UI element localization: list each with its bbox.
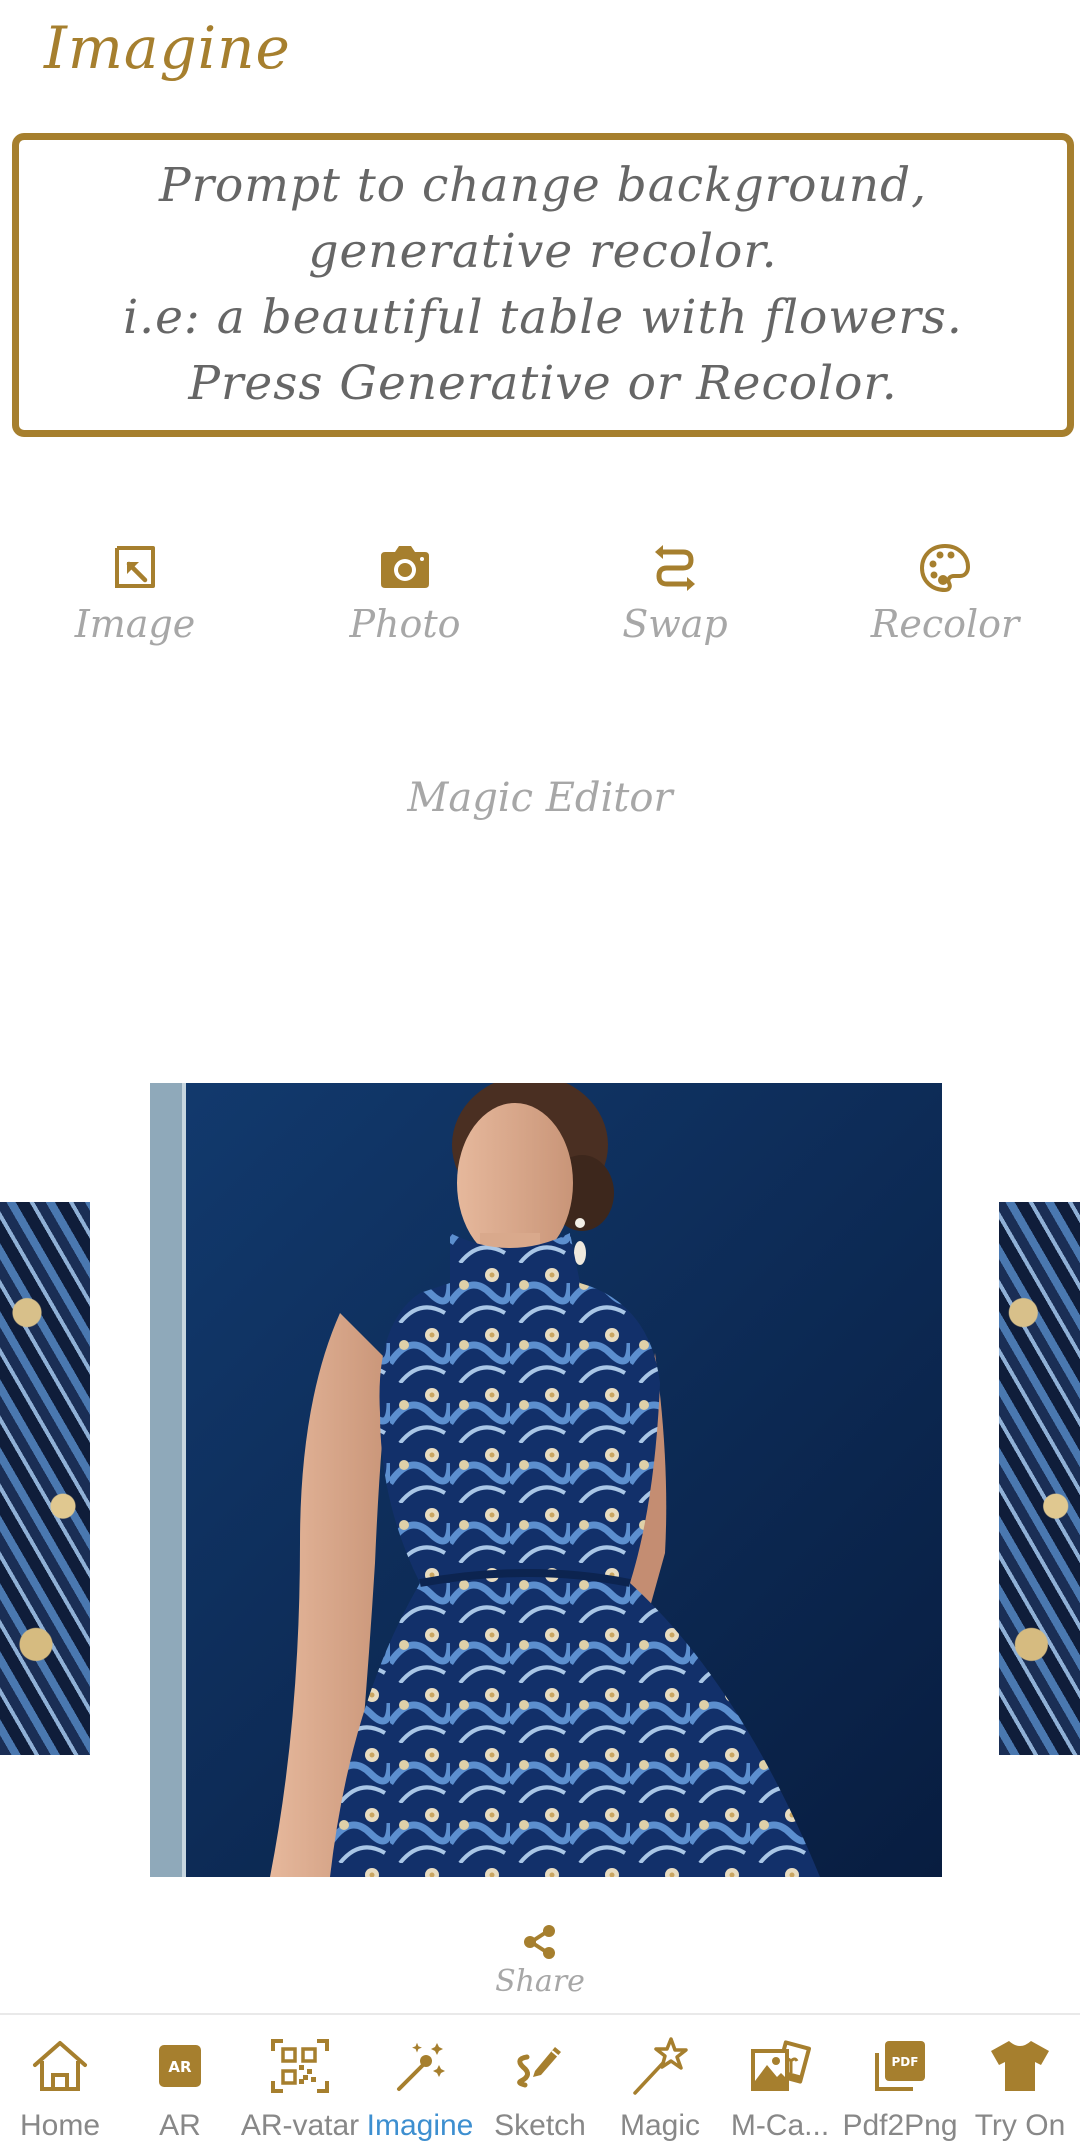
nav-try-on-label: Try On [974,2109,1066,2142]
swap-label: Swap [622,602,728,646]
photo-label: Photo [349,602,461,646]
nav-m-camera[interactable]: M-Ca... [720,2015,840,2154]
prompt-placeholder: Prompt to change background, generative … [123,158,963,411]
dress-photo [150,1083,942,1877]
nav-try-on[interactable]: Try On [960,2015,1080,2154]
svg-text:PDF: PDF [892,2055,919,2069]
home-icon [33,2041,87,2091]
nav-pdf2png-label: Pdf2Png [842,2109,958,2142]
svg-text:AR: AR [168,2058,192,2076]
carousel-current-image[interactable] [150,1083,942,1877]
photo-collage-icon [751,2040,811,2091]
action-bar: Image Photo Swap Recolor [0,540,1080,660]
recolor-label: Recolor [870,602,1020,646]
pdf-icon: PDF [875,2041,925,2091]
share-button[interactable]: Share [490,1922,590,1999]
swap-arrows-icon [655,545,695,591]
nav-ar-vatar[interactable]: AR-vatar [240,2015,360,2154]
nav-ar-label: AR [159,2109,201,2142]
carousel-next-slide[interactable] [999,1202,1080,1755]
nav-ar[interactable]: AR AR [120,2015,240,2154]
import-image-icon [115,546,155,588]
nav-imagine[interactable]: Imagine [360,2015,480,2154]
ar-badge-icon: AR [159,2045,201,2087]
nav-imagine-label: Imagine [366,2109,474,2142]
carousel-prev-slide[interactable] [0,1202,90,1755]
nav-m-camera-label: M-Ca... [730,2109,830,2142]
star-wand-icon [633,2037,688,2095]
nav-magic[interactable]: Magic [600,2015,720,2154]
nav-home-label: Home [19,2109,101,2142]
magic-wand-sparkle-icon [397,2042,445,2091]
image-button[interactable]: Image [0,540,270,660]
nav-sketch-label: Sketch [494,2109,586,2142]
prompt-input[interactable]: Prompt to change background, generative … [12,133,1074,437]
nav-home[interactable]: Home [0,2015,120,2154]
palette-icon [919,543,971,593]
nav-sketch[interactable]: Sketch [480,2015,600,2154]
photo-button[interactable]: Photo [270,540,540,660]
app-title: Imagine [44,14,291,82]
sketch-pen-icon [517,2047,561,2088]
tshirt-icon [991,2041,1049,2091]
image-carousel[interactable] [0,1083,1080,1877]
camera-icon [381,546,429,588]
image-label: Image [74,602,196,646]
qr-scan-icon [271,2039,329,2093]
magic-editor-button[interactable]: Magic Editor [0,775,1080,821]
nav-pdf2png[interactable]: PDF Pdf2Png [840,2015,960,2154]
recolor-button[interactable]: Recolor [810,540,1080,660]
share-label: Share [495,1964,585,1999]
share-icon [524,1925,555,1959]
nav-magic-label: Magic [619,2109,701,2142]
swap-button[interactable]: Swap [540,540,810,660]
bottom-nav: Home AR AR AR-vatar Imagine Sketch Magic… [0,2013,1080,2154]
nav-ar-vatar-label: AR-vatar [240,2109,360,2142]
